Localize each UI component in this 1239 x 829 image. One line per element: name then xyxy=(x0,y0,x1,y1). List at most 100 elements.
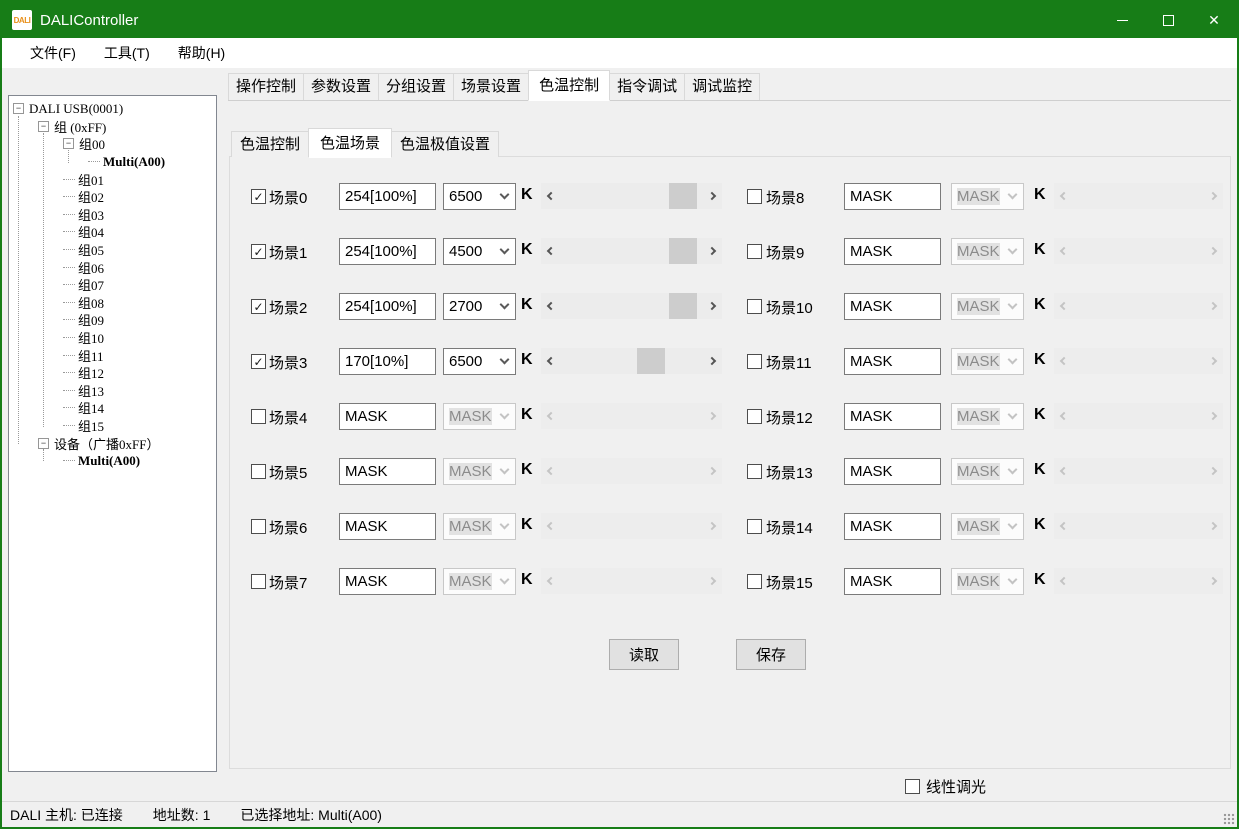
scene-checkbox[interactable] xyxy=(747,189,762,204)
scene-cct-scrollbar[interactable] xyxy=(1054,458,1223,484)
tree-item[interactable]: 组10 xyxy=(9,329,216,347)
tree-item[interactable]: 组14 xyxy=(9,399,216,417)
scroll-track[interactable] xyxy=(1071,238,1206,264)
tree-item[interactable]: 组01 xyxy=(9,170,216,188)
scroll-right-icon[interactable] xyxy=(1206,513,1223,539)
tree-item[interactable]: 组07 xyxy=(9,276,216,294)
scene-checkbox[interactable] xyxy=(747,519,762,534)
tree-item[interactable]: 组09 xyxy=(9,311,216,329)
main-tab-0[interactable]: 操作控制 xyxy=(228,73,304,100)
scene-cct-dropdown[interactable]: MASK xyxy=(951,183,1024,210)
scroll-left-icon[interactable] xyxy=(1054,568,1071,594)
scene-level-input[interactable] xyxy=(844,183,941,210)
scene-cct-dropdown[interactable]: MASK xyxy=(951,238,1024,265)
tree-item[interactable]: −设备（广播0xFF） xyxy=(9,434,216,452)
sub-tab-0[interactable]: 色温控制 xyxy=(231,131,309,157)
scroll-track[interactable] xyxy=(1071,403,1206,429)
maximize-button[interactable] xyxy=(1145,2,1191,38)
scene-cct-scrollbar[interactable] xyxy=(1054,293,1223,319)
main-tab-2[interactable]: 分组设置 xyxy=(378,73,454,100)
scroll-track[interactable] xyxy=(1071,458,1206,484)
menu-item-1[interactable]: 工具(T) xyxy=(90,38,164,68)
scene-checkbox[interactable] xyxy=(747,464,762,479)
scroll-left-icon[interactable] xyxy=(1054,403,1071,429)
scroll-left-icon[interactable] xyxy=(1054,183,1071,209)
scene-checkbox[interactable] xyxy=(747,574,762,589)
scroll-right-icon[interactable] xyxy=(1206,458,1223,484)
scroll-right-icon[interactable] xyxy=(1206,183,1223,209)
scene-checkbox[interactable] xyxy=(747,244,762,259)
tree-item[interactable]: 组13 xyxy=(9,382,216,400)
tree-item[interactable]: 组08 xyxy=(9,294,216,312)
scene-cct-dropdown[interactable]: MASK xyxy=(951,348,1024,375)
tree-expander-icon[interactable]: − xyxy=(38,438,49,449)
read-button[interactable]: 读取 xyxy=(609,639,679,670)
scene-level-input[interactable] xyxy=(844,293,941,320)
scroll-right-icon[interactable] xyxy=(1206,403,1223,429)
scene-cct-scrollbar[interactable] xyxy=(1054,513,1223,539)
scene-cct-scrollbar[interactable] xyxy=(1054,403,1223,429)
scene-checkbox[interactable] xyxy=(747,354,762,369)
tree-item[interactable]: Multi(A00) xyxy=(9,153,216,171)
sub-tab-1[interactable]: 色温场景 xyxy=(308,128,392,158)
scroll-left-icon[interactable] xyxy=(1054,513,1071,539)
scene-cct-scrollbar[interactable] xyxy=(1054,238,1223,264)
tree-item[interactable]: 组02 xyxy=(9,188,216,206)
tree-item[interactable]: 组03 xyxy=(9,206,216,224)
scene-level-input[interactable] xyxy=(844,513,941,540)
sub-tab-2[interactable]: 色温极值设置 xyxy=(391,131,499,157)
scene-cct-dropdown[interactable]: MASK xyxy=(951,293,1024,320)
scroll-track[interactable] xyxy=(1071,348,1206,374)
scroll-left-icon[interactable] xyxy=(1054,348,1071,374)
tree-item[interactable]: −组00 xyxy=(9,135,216,153)
scene-level-input[interactable] xyxy=(844,568,941,595)
device-tree-panel[interactable]: −DALI USB(0001)−组 (0xFF)−组00Multi(A00)组0… xyxy=(8,95,217,772)
scene-cct-scrollbar[interactable] xyxy=(1054,183,1223,209)
scene-checkbox[interactable] xyxy=(747,409,762,424)
scene-cct-dropdown[interactable]: MASK xyxy=(951,513,1024,540)
tree-item[interactable]: 组05 xyxy=(9,241,216,259)
scene-cct-dropdown[interactable]: MASK xyxy=(951,403,1024,430)
scroll-track[interactable] xyxy=(1071,183,1206,209)
scroll-right-icon[interactable] xyxy=(1206,568,1223,594)
tree-item[interactable]: 组04 xyxy=(9,223,216,241)
main-tab-6[interactable]: 调试监控 xyxy=(684,73,760,100)
scene-cct-dropdown[interactable]: MASK xyxy=(951,458,1024,485)
scene-level-input[interactable] xyxy=(844,403,941,430)
scene-level-input[interactable] xyxy=(844,238,941,265)
tree-item[interactable]: 组15 xyxy=(9,417,216,435)
scene-cct-scrollbar[interactable] xyxy=(1054,568,1223,594)
tree-expander-icon[interactable]: − xyxy=(63,138,74,149)
tree-expander-icon[interactable]: − xyxy=(13,103,24,114)
main-tab-1[interactable]: 参数设置 xyxy=(303,73,379,100)
menu-item-2[interactable]: 帮助(H) xyxy=(164,38,239,68)
scroll-track[interactable] xyxy=(1071,293,1206,319)
tree-item[interactable]: −DALI USB(0001) xyxy=(9,100,216,118)
main-tab-3[interactable]: 场景设置 xyxy=(453,73,529,100)
linear-dimming-checkbox[interactable] xyxy=(905,779,920,794)
scene-level-input[interactable] xyxy=(844,348,941,375)
close-button[interactable]: ✕ xyxy=(1191,2,1237,38)
tree-item[interactable]: −组 (0xFF) xyxy=(9,118,216,136)
resize-grip[interactable] xyxy=(1223,813,1235,825)
tree-item[interactable]: 组11 xyxy=(9,346,216,364)
tree-expander-icon[interactable]: − xyxy=(38,121,49,132)
scene-level-input[interactable] xyxy=(844,458,941,485)
scroll-left-icon[interactable] xyxy=(1054,238,1071,264)
scroll-right-icon[interactable] xyxy=(1206,293,1223,319)
tree-item[interactable]: 组12 xyxy=(9,364,216,382)
scroll-track[interactable] xyxy=(1071,513,1206,539)
scroll-left-icon[interactable] xyxy=(1054,293,1071,319)
main-tab-5[interactable]: 指令调试 xyxy=(609,73,685,100)
minimize-button[interactable] xyxy=(1099,2,1145,38)
scroll-right-icon[interactable] xyxy=(1206,348,1223,374)
menu-item-0[interactable]: 文件(F) xyxy=(16,38,90,68)
scroll-left-icon[interactable] xyxy=(1054,458,1071,484)
tree-item[interactable]: 组06 xyxy=(9,258,216,276)
save-button[interactable]: 保存 xyxy=(736,639,806,670)
scene-cct-scrollbar[interactable] xyxy=(1054,348,1223,374)
scroll-right-icon[interactable] xyxy=(1206,238,1223,264)
tree-item[interactable]: Multi(A00) xyxy=(9,452,216,470)
main-tab-4[interactable]: 色温控制 xyxy=(528,70,610,101)
scene-cct-dropdown[interactable]: MASK xyxy=(951,568,1024,595)
